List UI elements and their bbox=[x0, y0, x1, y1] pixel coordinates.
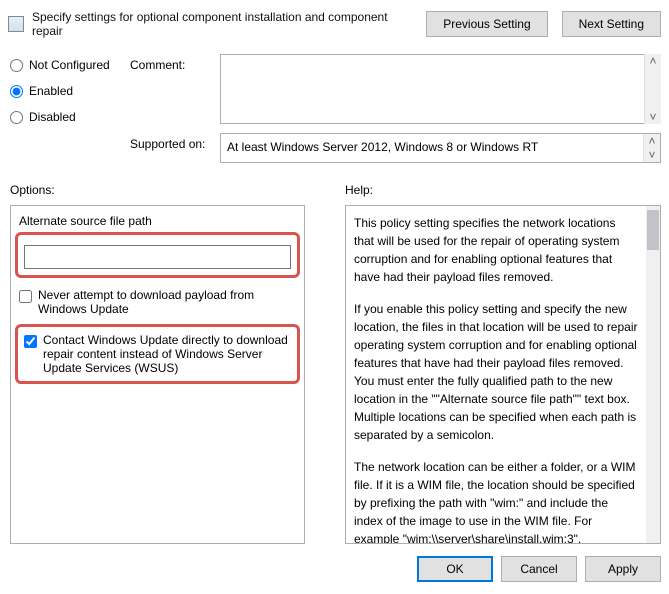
never-download-option[interactable]: Never attempt to download payload from W… bbox=[19, 288, 296, 316]
alt-path-highlight bbox=[15, 232, 300, 278]
scroll-down-icon: ˅ bbox=[648, 148, 655, 162]
options-box: Alternate source file path Never attempt… bbox=[10, 205, 305, 544]
help-paragraph: This policy setting specifies the networ… bbox=[354, 214, 638, 286]
options-section-label: Options: bbox=[10, 183, 305, 197]
help-section-label: Help: bbox=[345, 183, 661, 197]
radio-enabled-input[interactable] bbox=[10, 85, 23, 98]
never-download-label: Never attempt to download payload from W… bbox=[38, 288, 296, 316]
comment-scrollbar[interactable]: ˄ ˅ bbox=[644, 54, 661, 124]
radio-not-configured[interactable]: Not Configured bbox=[10, 58, 130, 72]
supported-on-label: Supported on: bbox=[130, 133, 220, 151]
radio-not-configured-label: Not Configured bbox=[29, 58, 110, 72]
help-paragraph: If you enable this policy setting and sp… bbox=[354, 300, 638, 444]
alt-path-input[interactable] bbox=[24, 245, 291, 269]
contact-wu-option[interactable]: Contact Windows Update directly to downl… bbox=[24, 333, 291, 375]
supported-on-value: At least Windows Server 2012, Windows 8 … bbox=[220, 133, 661, 163]
contact-wu-label: Contact Windows Update directly to downl… bbox=[43, 333, 291, 375]
scroll-down-icon: ˅ bbox=[649, 110, 656, 124]
policy-icon bbox=[8, 16, 24, 32]
ok-button[interactable]: OK bbox=[417, 556, 493, 582]
help-paragraph: The network location can be either a fol… bbox=[354, 458, 638, 544]
page-title: Specify settings for optional component … bbox=[32, 10, 412, 38]
radio-enabled-label: Enabled bbox=[29, 84, 73, 98]
apply-button[interactable]: Apply bbox=[585, 556, 661, 582]
radio-disabled-label: Disabled bbox=[29, 110, 76, 124]
radio-not-configured-input[interactable] bbox=[10, 59, 23, 72]
radio-disabled-input[interactable] bbox=[10, 111, 23, 124]
comment-textarea[interactable] bbox=[220, 54, 661, 124]
help-scrollbar[interactable] bbox=[646, 206, 660, 543]
contact-wu-highlight: Contact Windows Update directly to downl… bbox=[15, 324, 300, 384]
help-scrollbar-thumb[interactable] bbox=[647, 210, 659, 250]
previous-setting-button[interactable]: Previous Setting bbox=[426, 11, 547, 37]
radio-disabled[interactable]: Disabled bbox=[10, 110, 130, 124]
help-box: This policy setting specifies the networ… bbox=[345, 205, 661, 544]
never-download-checkbox[interactable] bbox=[19, 290, 32, 303]
supported-on-text: At least Windows Server 2012, Windows 8 … bbox=[227, 140, 538, 154]
help-content: This policy setting specifies the networ… bbox=[354, 214, 652, 544]
next-setting-button[interactable]: Next Setting bbox=[562, 11, 661, 37]
scroll-up-icon: ˄ bbox=[648, 134, 655, 148]
comment-label: Comment: bbox=[130, 54, 220, 72]
contact-wu-checkbox[interactable] bbox=[24, 335, 37, 348]
scroll-up-icon: ˄ bbox=[649, 54, 656, 68]
supported-scrollbar[interactable]: ˄ ˅ bbox=[643, 134, 660, 162]
radio-enabled[interactable]: Enabled bbox=[10, 84, 130, 98]
alt-path-label: Alternate source file path bbox=[19, 214, 296, 228]
cancel-button[interactable]: Cancel bbox=[501, 556, 577, 582]
